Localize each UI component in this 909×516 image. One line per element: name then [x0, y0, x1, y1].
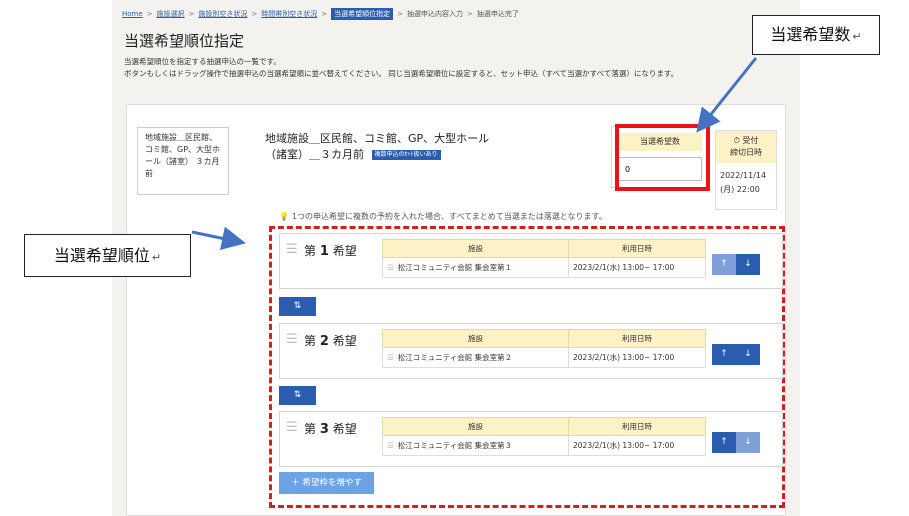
set-application-badge: 複数申込のｾｯﾄ扱いあり [371, 150, 441, 160]
breadcrumb-lottery-input: 抽選申込内容入力 [407, 10, 464, 18]
move-up-button[interactable]: ↑ [712, 432, 736, 453]
column-header-datetime: 利用日時 [568, 329, 706, 348]
column-header-facility: 施設 [382, 417, 569, 436]
drag-handle-icon[interactable]: ☰ [286, 420, 298, 435]
preference-card-3[interactable]: ☰ 第 3 希望 施設 利用日時 ☰ 松江コミュニティ会館 集会室第３ 2023/… [279, 411, 783, 467]
facility-name: 松江コミュニティ会館 集会室第１ [397, 263, 513, 272]
deadline-header-line1: 受付 [742, 136, 759, 145]
callout-priority-text: 当選希望順位 [53, 246, 150, 265]
page-description: 当選希望順位を指定する抽選申込の一覧です。 ボタンもしくはドラッグ操作で抽選申込… [124, 56, 799, 80]
datetime-cell: 2023/2/1(水) 13:00~ 17:00 [568, 347, 706, 368]
facility-cell: ☰ 松江コミュニティ会館 集会室第３ [382, 435, 569, 456]
lightbulb-icon: 💡 [279, 212, 289, 221]
lottery-note-text: 1つの申込希望に複数の予約を入れた場合、すべてまとめて当選または落選となります。 [291, 212, 607, 221]
preference-label: 第 3 希望 [304, 420, 357, 437]
preference-number: 2 [319, 334, 329, 349]
breadcrumb-separator: > [321, 10, 328, 18]
deadline-date: 2022/11/14 [720, 171, 767, 180]
preference-suffix: 希望 [332, 244, 357, 258]
move-down-button[interactable]: ↓ [736, 432, 760, 453]
page-content: Home > 施設選択 > 施設別空き状況 > 時間帯別空き状況 > 当選希望順… [112, 0, 800, 516]
preference-table: 施設 利用日時 ☰ 松江コミュニティ会館 集会室第３ 2023/2/1(水) 13… [382, 417, 706, 456]
preference-table: 施設 利用日時 ☰ 松江コミュニティ会館 集会室第１ 2023/2/1(水) 13… [382, 239, 706, 278]
breadcrumb: Home > 施設選択 > 施設別空き状況 > 時間帯別空き状況 > 当選希望順… [122, 8, 519, 20]
datetime-cell: 2023/2/1(水) 13:00~ 17:00 [568, 435, 706, 456]
deadline-value: 2022/11/14 (月) 22:00 [720, 169, 776, 197]
return-mark-icon: ↵ [151, 251, 162, 264]
breadcrumb-separator: > [146, 10, 153, 18]
deadline-time: (月) 22:00 [720, 185, 760, 194]
deadline-header-line2: 締切日時 [730, 148, 762, 157]
facility-title: 地域施設＿区民館、コミ館、GP、大型ホール（諸室）＿３カ月前 複数申込のｾｯﾄ扱… [265, 131, 497, 163]
facility-name: 松江コミュニティ会館 集会室第３ [397, 441, 513, 450]
drag-handle-icon[interactable]: ☰ [286, 332, 298, 347]
callout-win-count: 当選希望数 ↵ [752, 15, 880, 55]
preference-prefix: 第 [304, 334, 317, 348]
breadcrumb-home[interactable]: Home [122, 10, 143, 18]
breadcrumb-separator: > [397, 10, 404, 18]
win-count-highlight [615, 124, 710, 191]
preference-table: 施設 利用日時 ☰ 松江コミュニティ会館 集会室第２ 2023/2/1(水) 13… [382, 329, 706, 368]
description-line-2: ボタンもしくはドラッグ操作で抽選申込の当選希望順に並べ替えてください。 同じ当選… [124, 69, 679, 78]
description-line-1: 当選希望順位を指定する抽選申込の一覧です。 [124, 57, 281, 66]
preference-label: 第 2 希望 [304, 332, 357, 349]
preference-suffix: 希望 [332, 422, 357, 436]
breadcrumb-facility-select[interactable]: 施設選択 [157, 9, 185, 19]
breadcrumb-time-availability[interactable]: 時間帯別空き状況 [261, 9, 317, 19]
column-header-facility: 施設 [382, 239, 569, 258]
breadcrumb-separator: > [251, 10, 258, 18]
column-header-facility: 施設 [382, 329, 569, 348]
lottery-note: 💡 1つの申込希望に複数の予約を入れた場合、すべてまとめて当選または落選となります… [279, 211, 607, 222]
preference-number: 3 [319, 422, 329, 437]
facility-cell: ☰ 松江コミュニティ会館 集会室第２ [382, 347, 569, 368]
table-header-row: 施設 利用日時 [382, 329, 706, 348]
drag-handle-icon[interactable]: ☰ [387, 263, 394, 272]
facility-cell: ☰ 松江コミュニティ会館 集会室第１ [382, 257, 569, 278]
column-header-datetime: 利用日時 [568, 239, 706, 258]
table-header-row: 施設 利用日時 [382, 417, 706, 436]
preference-card-2[interactable]: ☰ 第 2 希望 施設 利用日時 ☰ 松江コミュニティ会館 集会室第２ 2023/… [279, 323, 783, 379]
preference-number: 1 [319, 244, 329, 259]
move-down-button[interactable]: ↓ [736, 344, 760, 365]
breadcrumb-separator: > [467, 10, 473, 18]
preference-prefix: 第 [304, 422, 317, 436]
preference-suffix: 希望 [332, 334, 357, 348]
swap-button[interactable]: ⇅ [279, 386, 316, 405]
callout-win-count-text: 当選希望数 [770, 25, 851, 44]
drag-handle-icon[interactable]: ☰ [387, 441, 394, 450]
move-up-button[interactable]: ↑ [712, 254, 736, 275]
page-title: 当選希望順位指定 [124, 32, 245, 50]
swap-button[interactable]: ⇅ [279, 297, 316, 316]
preference-card-1[interactable]: ☰ 第 1 希望 施設 利用日時 ☰ 松江コミュニティ会館 集会室第１ 2023/… [279, 233, 783, 289]
facility-name: 松江コミュニティ会館 集会室第２ [397, 353, 513, 362]
add-preference-button[interactable]: ＋ 希望枠を増やす [279, 472, 374, 494]
clock-icon: ⏱ [733, 136, 740, 145]
deadline-box: ⏱ 受付 締切日時 2022/11/14 (月) 22:00 [715, 130, 777, 210]
breadcrumb-facility-availability[interactable]: 施設別空き状況 [198, 9, 247, 19]
return-mark-icon: ↵ [852, 30, 862, 43]
table-row[interactable]: ☰ 松江コミュニティ会館 集会室第１ 2023/2/1(水) 13:00~ 17:… [382, 257, 706, 278]
datetime-cell: 2023/2/1(水) 13:00~ 17:00 [568, 257, 706, 278]
drag-handle-icon[interactable]: ☰ [286, 242, 298, 257]
lottery-side-card[interactable]: 地域施設＿区民館、コミ館、GP、大型ホール（諸室） ３カ月前 [137, 127, 229, 195]
table-row[interactable]: ☰ 松江コミュニティ会館 集会室第３ 2023/2/1(水) 13:00~ 17:… [382, 435, 706, 456]
preference-label: 第 1 希望 [304, 242, 357, 259]
move-down-button[interactable]: ↓ [736, 254, 760, 275]
breadcrumb-separator: > [188, 10, 195, 18]
preference-prefix: 第 [304, 244, 317, 258]
table-header-row: 施設 利用日時 [382, 239, 706, 258]
table-row[interactable]: ☰ 松江コミュニティ会館 集会室第２ 2023/2/1(水) 13:00~ 17:… [382, 347, 706, 368]
deadline-header: ⏱ 受付 締切日時 [716, 131, 776, 163]
breadcrumb-lottery-done: 抽選申込完了 [476, 10, 519, 18]
breadcrumb-current: 当選希望順位指定 [331, 8, 394, 20]
callout-priority: 当選希望順位 ↵ [24, 234, 191, 277]
lottery-panel: 地域施設＿区民館、コミ館、GP、大型ホール（諸室） ３カ月前 地域施設＿区民館、… [126, 104, 786, 516]
move-up-button[interactable]: ↑ [712, 344, 736, 365]
drag-handle-icon[interactable]: ☰ [387, 353, 394, 362]
column-header-datetime: 利用日時 [568, 417, 706, 436]
